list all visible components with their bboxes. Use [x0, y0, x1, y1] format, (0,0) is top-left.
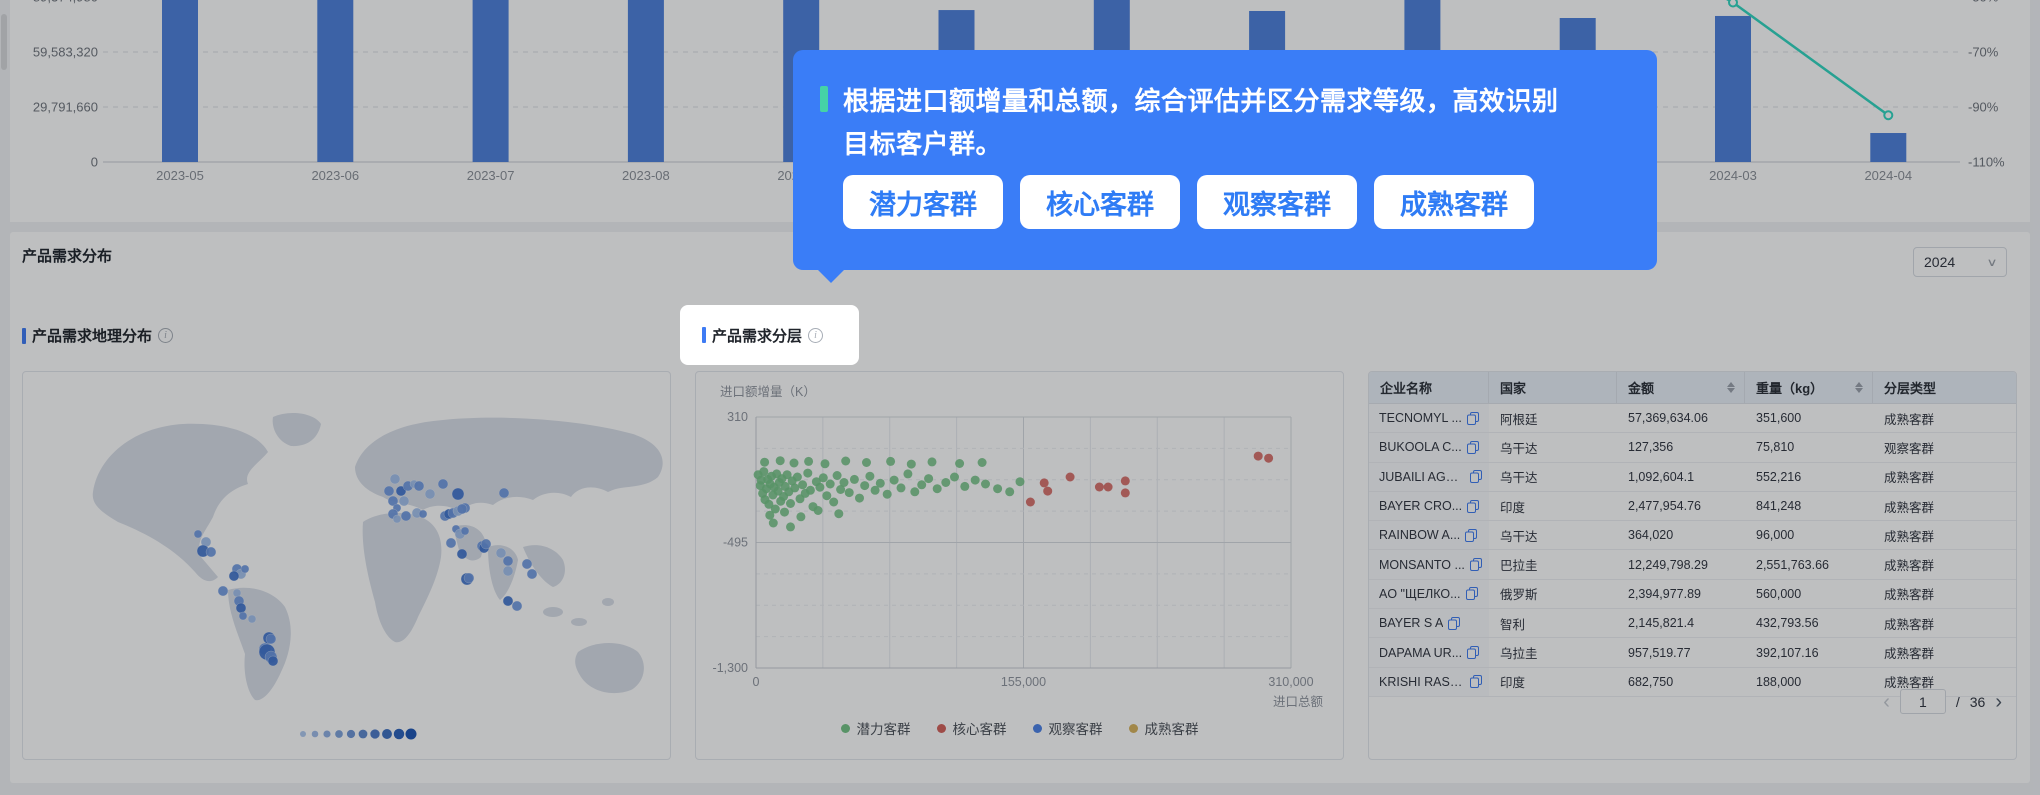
tour-segment-button[interactable]: 观察客群 — [1197, 175, 1357, 229]
tooltip-accent-bar — [820, 86, 828, 112]
tour-segment-button[interactable]: 核心客群 — [1020, 175, 1180, 229]
tooltip-text-line2: 目标客户群。 — [843, 129, 1003, 159]
info-icon[interactable]: i — [808, 327, 824, 343]
title-accent-bar — [702, 327, 706, 343]
tour-tooltip: 根据进口额增量和总额，综合评估并区分需求等级，高效识别 目标客户群。 潜力客群核… — [793, 50, 1657, 283]
tooltip-buttons: 潜力客群 核心客群 观察客群 成熟客群 — [843, 175, 1534, 229]
dashboard-page: 029,791,66059,583,32089,374,980-50%-70%-… — [0, 0, 2040, 795]
tour-segment-button[interactable]: 潜力客群 — [843, 175, 1003, 229]
tour-segment-button[interactable]: 成熟客群 — [1374, 175, 1534, 229]
tooltip-arrow-icon — [818, 270, 844, 283]
spotlight-tier-title: 产品需求分层 i — [680, 305, 859, 365]
tooltip-text-line1: 根据进口额增量和总额，综合评估并区分需求等级，高效识别 — [843, 86, 1559, 116]
tier-panel-title-label: 产品需求分层 — [712, 327, 803, 345]
